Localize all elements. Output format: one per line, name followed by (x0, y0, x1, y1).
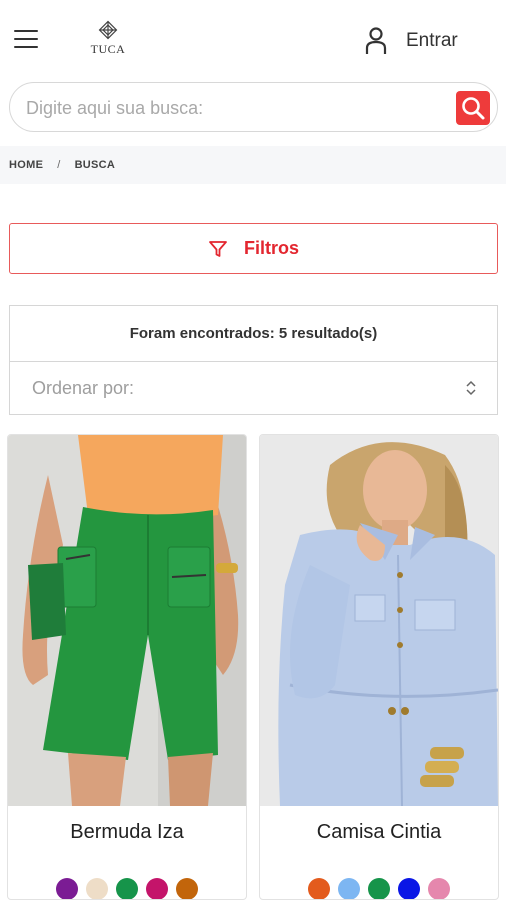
search-button[interactable] (456, 91, 490, 125)
user-icon (365, 27, 387, 54)
brand-logo[interactable]: TUCA (82, 18, 134, 64)
filter-funnel-icon (209, 240, 227, 257)
color-swatch[interactable] (308, 878, 330, 899)
product-name[interactable]: Camisa Cintia (260, 821, 498, 844)
login-label: Entrar (406, 30, 458, 51)
header: TUCA Entrar (0, 0, 506, 80)
product-card[interactable]: Camisa Cintia (259, 434, 499, 900)
search-icon (462, 97, 485, 120)
breadcrumb-separator: / (57, 159, 61, 171)
sort-select[interactable]: Ordenar por: (10, 362, 497, 415)
product-name[interactable]: Bermuda Iza (8, 821, 246, 844)
color-swatch[interactable] (398, 878, 420, 899)
search-input[interactable] (26, 93, 446, 123)
product-image[interactable] (8, 435, 246, 806)
filters-label: Filtros (243, 238, 299, 258)
color-swatch[interactable] (338, 878, 360, 899)
breadcrumb: HOME / BUSCA (0, 146, 506, 184)
breadcrumb-home[interactable]: HOME (9, 159, 43, 171)
color-swatch[interactable] (146, 878, 168, 899)
product-card[interactable]: Bermuda Iza (7, 434, 247, 900)
logo-text: TUCA (90, 42, 126, 56)
color-swatch[interactable] (428, 878, 450, 899)
color-swatch[interactable] (56, 878, 78, 899)
filters-button[interactable]: Filtros (9, 223, 498, 274)
sort-placeholder: Ordenar por: (32, 378, 135, 398)
color-swatch[interactable] (86, 878, 108, 899)
breadcrumb-current[interactable]: BUSCA (75, 159, 116, 171)
product-image[interactable] (260, 435, 498, 806)
hamburger-menu-icon[interactable] (14, 30, 38, 50)
color-swatches (260, 878, 498, 899)
login-button[interactable]: Entrar (364, 26, 458, 56)
results-count: Foram encontrados: 5 resultado(s) (10, 306, 497, 362)
search-bar (9, 82, 498, 132)
updown-chevron-icon (466, 380, 476, 396)
color-swatch[interactable] (116, 878, 138, 899)
color-swatch[interactable] (176, 878, 198, 899)
color-swatch[interactable] (368, 878, 390, 899)
color-swatches (8, 878, 246, 899)
results-panel: Foram encontrados: 5 resultado(s) Ordena… (9, 305, 498, 415)
logo-mark-icon (98, 20, 118, 40)
